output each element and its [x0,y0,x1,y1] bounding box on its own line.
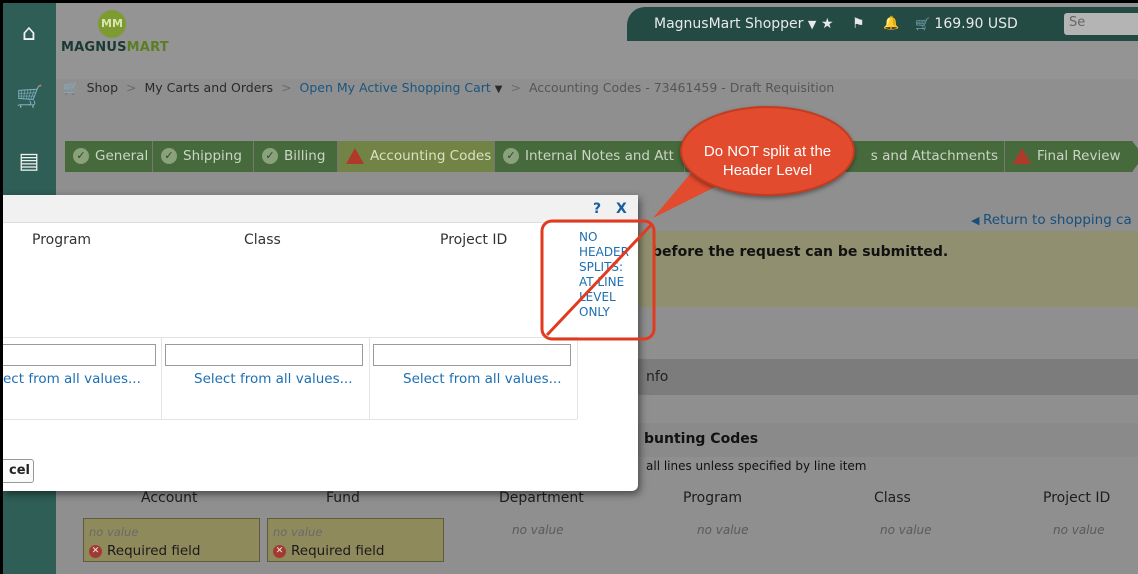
bell-icon[interactable]: 🔔 [883,16,899,31]
project-id-value[interactable]: no value [1053,523,1105,537]
tab-label: General [95,148,149,164]
app-frame: ⌂ 🛒 ▤ MM MAGNUSMART MagnusMart Shopper ▼… [3,3,1138,574]
logo-text-a: MAGNUS [61,40,127,55]
user-menu[interactable]: MagnusMart Shopper ▼ [654,16,816,32]
breadcrumb-cart-icon: 🛒 [63,80,79,95]
tab-final-review[interactable]: Final Review [1005,141,1138,172]
step-tabs: ✓ General ✓ Shipping ✓ Billing Accounting C… [65,141,1138,172]
col-header-project-id: Project ID [1043,490,1111,506]
divider [161,337,162,419]
chevron-down-icon: ▼ [807,18,817,31]
check-icon: ✓ [73,148,89,164]
modal-col-class: Class [244,232,281,248]
return-to-cart-link[interactable]: ◀ Return to shopping ca [971,212,1132,228]
divider [3,419,577,420]
tab-internal-notes[interactable]: ✓ Internal Notes and Att [495,141,685,172]
check-icon: ✓ [262,148,278,164]
breadcrumb-current: Accounting Codes - 73461459 - Draft Requ… [528,80,835,95]
no-value-text: no value [273,525,323,539]
modal-col-program: Program [32,232,92,248]
logo-monogram[interactable]: MM [98,10,126,38]
tab-label: s and Attachments [870,148,998,164]
col-header-fund: Fund [326,490,360,506]
program-input[interactable] [3,344,156,366]
tab-label: Shipping [183,148,242,164]
chevron-down-icon[interactable]: ▼ [495,84,503,95]
class-value[interactable]: no value [880,523,932,537]
tab-general[interactable]: ✓ General [65,141,153,172]
cancel-button[interactable]: cel [3,459,34,483]
breadcrumb: 🛒 Shop > My Carts and Orders > Open My A… [63,80,838,96]
warning-text: before the request can be submitted. [652,244,949,260]
col-header-program: Program [683,490,743,506]
divider [3,337,577,338]
tab-accounting-codes[interactable]: Accounting Codes [338,141,495,172]
check-icon: ✓ [161,148,177,164]
header-codes-modal: ? X Program Class Project ID NO HEADER S… [3,195,638,491]
breadcrumb-shop[interactable]: Shop [87,80,118,95]
logo-wordmark[interactable]: MAGNUSMART [61,40,169,55]
cart-total[interactable]: 🛒 169.90 USD [915,16,1018,32]
department-value[interactable]: no value [512,523,564,537]
tab-label: Final Review [1037,148,1121,164]
cart-icon[interactable]: 🛒 [16,85,43,111]
close-icon[interactable]: X [616,201,627,217]
search-input[interactable]: Se [1064,13,1138,35]
error-icon: ✕ [273,544,286,558]
required-label: Required field [107,543,201,559]
no-header-splits-note: NO HEADER SPLITS: AT LINE LEVEL ONLY [579,230,629,319]
col-header-department: Department [499,490,584,506]
info-band-label: nfo [646,369,669,385]
account-field[interactable]: no value ✕ Required field [83,518,260,562]
class-input[interactable] [165,344,363,366]
tab-billing[interactable]: ✓ Billing [254,141,338,172]
project-id-input[interactable] [373,344,571,366]
flag-icon[interactable]: ⚑ [852,16,865,32]
warning-icon [1013,148,1031,164]
cart-total-label: 169.90 USD [934,16,1018,32]
divider [577,337,578,419]
modal-col-project-id: Project ID [440,232,508,248]
fund-field[interactable]: no value ✕ Required field [267,518,444,562]
tab-label: Billing [284,148,326,164]
home-icon[interactable]: ⌂ [16,21,42,47]
project-select-all-link[interactable]: Select from all values... [403,371,562,387]
class-select-all-link[interactable]: Select from all values... [194,371,353,387]
section-subtitle: all lines unless specified by line item [646,459,867,473]
warning-icon [346,148,364,164]
user-bar: MagnusMart Shopper ▼ ★ ⚑ 🔔 🛒 169.90 USD … [627,7,1138,41]
error-icon: ✕ [89,544,102,558]
tab-shipping[interactable]: ✓ Shipping [153,141,254,172]
user-name: MagnusMart Shopper [654,16,804,32]
documents-icon[interactable]: ▤ [16,149,42,175]
required-label: Required field [291,543,385,559]
required-message: ✕ Required field [273,543,385,559]
cart-icon: 🛒 [915,17,930,31]
program-value[interactable]: no value [697,523,749,537]
breadcrumb-separator: > [510,80,521,95]
program-select-all-link[interactable]: ect from all values... [3,371,141,387]
star-icon[interactable]: ★ [821,16,834,32]
return-label: Return to shopping ca [982,212,1132,228]
check-icon: ✓ [503,148,519,164]
breadcrumb-active-cart[interactable]: Open My Active Shopping Cart [300,80,491,95]
tab-label: Internal Notes and Att [525,148,674,164]
callout-text: Do NOT split at the Header Level [703,143,832,179]
help-icon[interactable]: ? [593,201,601,217]
divider [369,337,370,419]
tab-label: Accounting Codes [370,148,492,164]
col-header-class: Class [874,490,911,506]
required-message: ✕ Required field [89,543,201,559]
col-header-account: Account [141,490,198,506]
info-band: nfo [636,359,1138,395]
breadcrumb-separator: > [126,80,137,95]
breadcrumb-separator: > [281,80,292,95]
no-value-text: no value [89,525,139,539]
warning-banner: before the request can be submitted. [636,231,1138,307]
section-title: bunting Codes [644,431,759,447]
logo-text-b: MART [126,40,169,55]
back-icon: ◀ [971,214,983,227]
modal-header [3,195,638,223]
breadcrumb-carts[interactable]: My Carts and Orders [144,80,273,95]
